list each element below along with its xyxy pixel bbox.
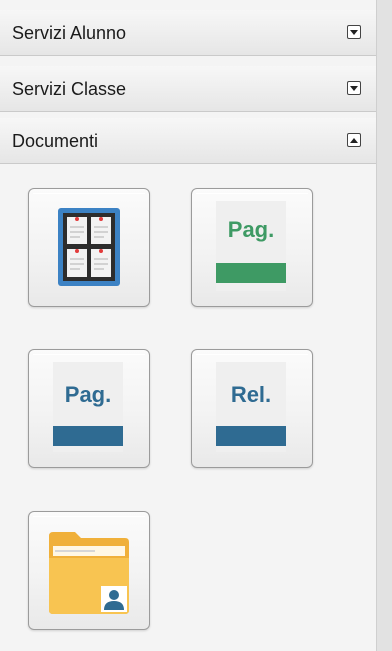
tile-text: Pag. — [65, 382, 111, 407]
tile-bacheca[interactable] — [28, 188, 150, 307]
expand-icon[interactable] — [347, 25, 361, 39]
sidebar-panel: Servizi Alunno Servizi Classe Documenti — [0, 0, 377, 651]
section-servizi-alunno[interactable]: Servizi Alunno — [0, 10, 376, 56]
vertical-scrollbar[interactable] — [377, 0, 392, 651]
section-documenti[interactable]: Documenti — [0, 118, 376, 164]
blue-report-icon: Rel. — [216, 362, 286, 452]
blue-page-icon: Pag. — [53, 362, 123, 452]
tile-relazione[interactable]: Rel. — [191, 349, 313, 468]
tile-text: Pag. — [228, 217, 274, 242]
section-title: Servizi Alunno — [12, 23, 127, 43]
expand-icon[interactable] — [347, 81, 361, 95]
section-title: Servizi Classe — [12, 79, 127, 99]
tile-text: Rel. — [231, 382, 271, 407]
tile-documenti-utente[interactable] — [28, 511, 150, 630]
user-folder-icon — [49, 532, 129, 614]
section-title: Documenti — [12, 131, 99, 151]
tile-pagella-green[interactable]: Pag. — [191, 188, 313, 307]
green-page-icon: Pag. — [216, 201, 286, 291]
notice-board-icon — [58, 208, 120, 286]
tile-pagella-blue[interactable]: Pag. — [28, 349, 150, 468]
section-servizi-classe[interactable]: Servizi Classe — [0, 66, 376, 112]
collapse-icon[interactable] — [347, 133, 361, 147]
